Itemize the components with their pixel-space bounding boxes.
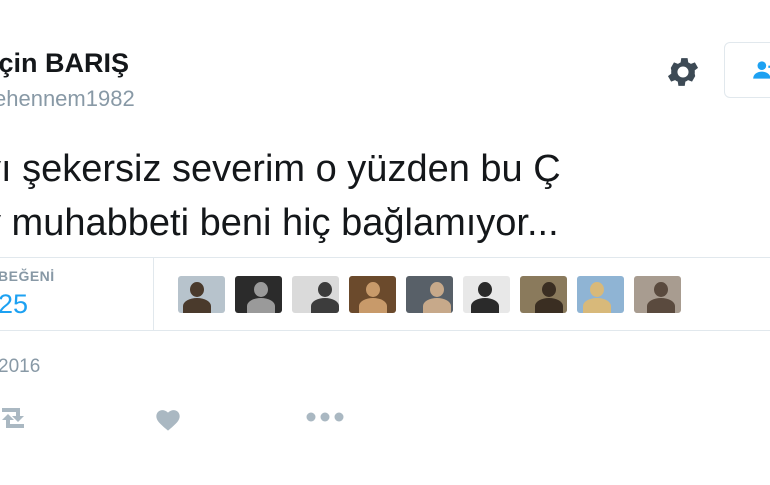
avatar-body — [183, 298, 211, 313]
likes-label[interactable]: BEĞENİ — [0, 268, 55, 284]
avatar-head — [318, 282, 332, 297]
avatar-body — [471, 298, 499, 313]
tweet-text: yı şekersiz severim o yüzden bu Ç y muha… — [0, 142, 561, 250]
avatar-body — [647, 298, 675, 313]
avatar-head — [254, 282, 268, 297]
liker-avatar[interactable] — [406, 276, 453, 313]
heart-icon[interactable] — [154, 406, 182, 432]
retweet-icon[interactable] — [0, 404, 30, 432]
liker-avatar[interactable] — [349, 276, 396, 313]
gear-icon[interactable] — [664, 53, 702, 91]
avatar-head — [366, 282, 380, 297]
user-display-name[interactable]: rçin BARIŞ — [0, 48, 129, 79]
tweet-date: 2016 — [0, 356, 41, 377]
avatar-head — [430, 282, 444, 297]
divider — [0, 330, 770, 331]
user-handle[interactable]: ehennem1982 — [0, 86, 135, 112]
liker-avatar[interactable] — [235, 276, 282, 313]
liker-avatar[interactable] — [634, 276, 681, 313]
avatar-head — [478, 282, 492, 297]
divider — [0, 257, 770, 258]
avatar-body — [247, 298, 275, 313]
liker-avatars — [178, 276, 681, 313]
liker-avatar[interactable] — [292, 276, 339, 313]
more-icon[interactable] — [305, 410, 345, 424]
avatar-head — [190, 282, 204, 297]
tweet-detail: rçin BARIŞ ehennem1982 yı şekersiz sever… — [0, 0, 770, 485]
avatar-body — [311, 298, 339, 313]
tweet-text-line: yı şekersiz severim o yüzden bu Ç — [0, 148, 561, 190]
follow-button[interactable] — [724, 42, 770, 98]
avatar-body — [583, 298, 611, 313]
avatar-body — [423, 298, 451, 313]
liker-avatar[interactable] — [520, 276, 567, 313]
avatar-body — [535, 298, 563, 313]
likes-count[interactable]: 25 — [0, 289, 28, 320]
tweet-text-line: y muhabbeti beni hiç bağlamıyor... — [0, 202, 559, 244]
stats-separator — [153, 258, 154, 330]
avatar-body — [359, 298, 387, 313]
user-follow-icon — [753, 61, 770, 79]
avatar-head — [654, 282, 668, 297]
liker-avatar[interactable] — [463, 276, 510, 313]
avatar-head — [590, 282, 604, 297]
liker-avatar[interactable] — [577, 276, 624, 313]
avatar-head — [542, 282, 556, 297]
liker-avatar[interactable] — [178, 276, 225, 313]
